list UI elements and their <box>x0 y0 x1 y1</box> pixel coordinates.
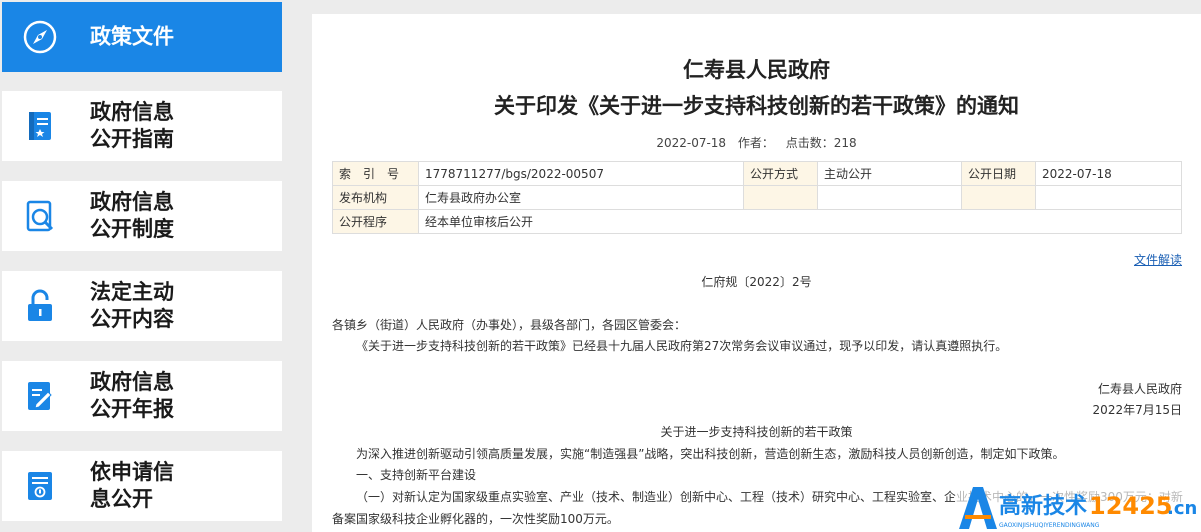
sidebar-item-disclosure-system[interactable]: 政府信息 公开制度 <box>2 181 282 251</box>
sidebar-item-request-disclosure[interactable]: 依申请信 息公开 <box>2 451 282 521</box>
watermark-logo: 高新技术 12425 .cn GAOXINJISHUQIYERENDINGWAN… <box>955 483 1201 532</box>
public-mode-label: 公开方式 <box>743 161 818 186</box>
item1-line2: 备案国家级科技企业孵化器的，一次性奖励100万元。 <box>332 512 619 526</box>
sidebar: 政策文件 政府信息 公开指南 政府信息 公开制度 法定主动 公开内容 政府信息 … <box>0 0 284 532</box>
watermark-pinyin: GAOXINJISHUQIYERENDINGWANG <box>999 522 1100 529</box>
sidebar-item-label: 政府信息 公开年报 <box>90 370 174 421</box>
sign-date: 2022年7月15日 <box>1092 403 1182 417</box>
watermark-suffix: .cn <box>1167 498 1197 519</box>
body-intro: 《关于进一步支持科技创新的若干政策》已经县十九届人民政府第27次常务会议审议通过… <box>356 339 1008 353</box>
article-author: 作者： <box>737 136 774 150</box>
procedure-label: 公开程序 <box>332 209 419 234</box>
empty-cell <box>1035 185 1182 210</box>
article-panel: 仁寿县人民政府 关于印发《关于进一步支持科技创新的若干政策》的通知 2022-0… <box>312 14 1201 532</box>
sidebar-item-label: 政府信息 公开指南 <box>90 100 174 151</box>
interpretation-link[interactable]: 文件解读 <box>1134 251 1182 268</box>
compass-icon <box>23 20 57 54</box>
article-title-line1: 仁寿县人民政府 <box>683 58 830 82</box>
policy-intro: 为深入推进创新驱动引领高质量发展，实施“制造强县”战略，突出科技创新，营造创新生… <box>356 447 1065 461</box>
section-heading: 一、支持创新平台建设 <box>356 468 477 482</box>
article-clicks: 点击数：218 <box>785 136 857 150</box>
recipients-line: 各镇乡（街道）人民政府（办事处），县级各部门，各园区管委会： <box>332 318 687 332</box>
public-mode-value: 主动公开 <box>817 161 962 186</box>
public-date-label: 公开日期 <box>961 161 1036 186</box>
form-doc-icon <box>28 472 52 500</box>
sidebar-item-label: 依申请信 息公开 <box>90 460 174 511</box>
empty-cell <box>817 185 962 210</box>
policy-title: 关于进一步支持科技创新的若干政策 <box>660 425 853 439</box>
info-table: 索 引 号 1778711277/bgs/2022-00507 公开方式 主动公… <box>332 161 1182 234</box>
magnifier-doc-icon <box>26 200 54 232</box>
article-meta: 2022-07-18 作者： 点击数：218 <box>312 134 1201 151</box>
empty-cell <box>743 185 818 210</box>
article-title-line2: 关于印发《关于进一步支持科技创新的若干政策》的通知 <box>494 94 1019 118</box>
index-value: 1778711277/bgs/2022-00507 <box>418 161 744 186</box>
sidebar-item-disclosure-guide[interactable]: 政府信息 公开指南 <box>2 91 282 161</box>
lock-icon <box>28 289 52 321</box>
index-label: 索 引 号 <box>332 161 419 186</box>
sidebar-item-policy-files[interactable]: 政策文件 <box>2 2 282 72</box>
agency-value: 仁寿县政府办公室 <box>418 185 744 210</box>
sidebar-item-annual-report[interactable]: 政府信息 公开年报 <box>2 361 282 431</box>
agency-label: 发布机构 <box>332 185 419 210</box>
book-icon <box>29 112 51 140</box>
sidebar-item-label: 政府信息 公开制度 <box>90 190 174 241</box>
procedure-value: 经本单位审核后公开 <box>418 209 1182 234</box>
document-number: 仁府规〔2022〕2号 <box>701 275 812 289</box>
empty-cell <box>961 185 1036 210</box>
article-date: 2022-07-18 <box>656 136 727 150</box>
sidebar-item-label: 法定主动 公开内容 <box>90 280 174 331</box>
signer: 仁寿县人民政府 <box>1097 382 1182 396</box>
watermark-brand: 高新技术 <box>999 493 1087 519</box>
sidebar-item-statutory-content[interactable]: 法定主动 公开内容 <box>2 271 282 341</box>
watermark-number: 12425 <box>1089 492 1173 520</box>
public-date-value: 2022-07-18 <box>1035 161 1182 186</box>
edit-doc-icon <box>28 382 52 410</box>
sidebar-item-label: 政策文件 <box>90 24 174 49</box>
